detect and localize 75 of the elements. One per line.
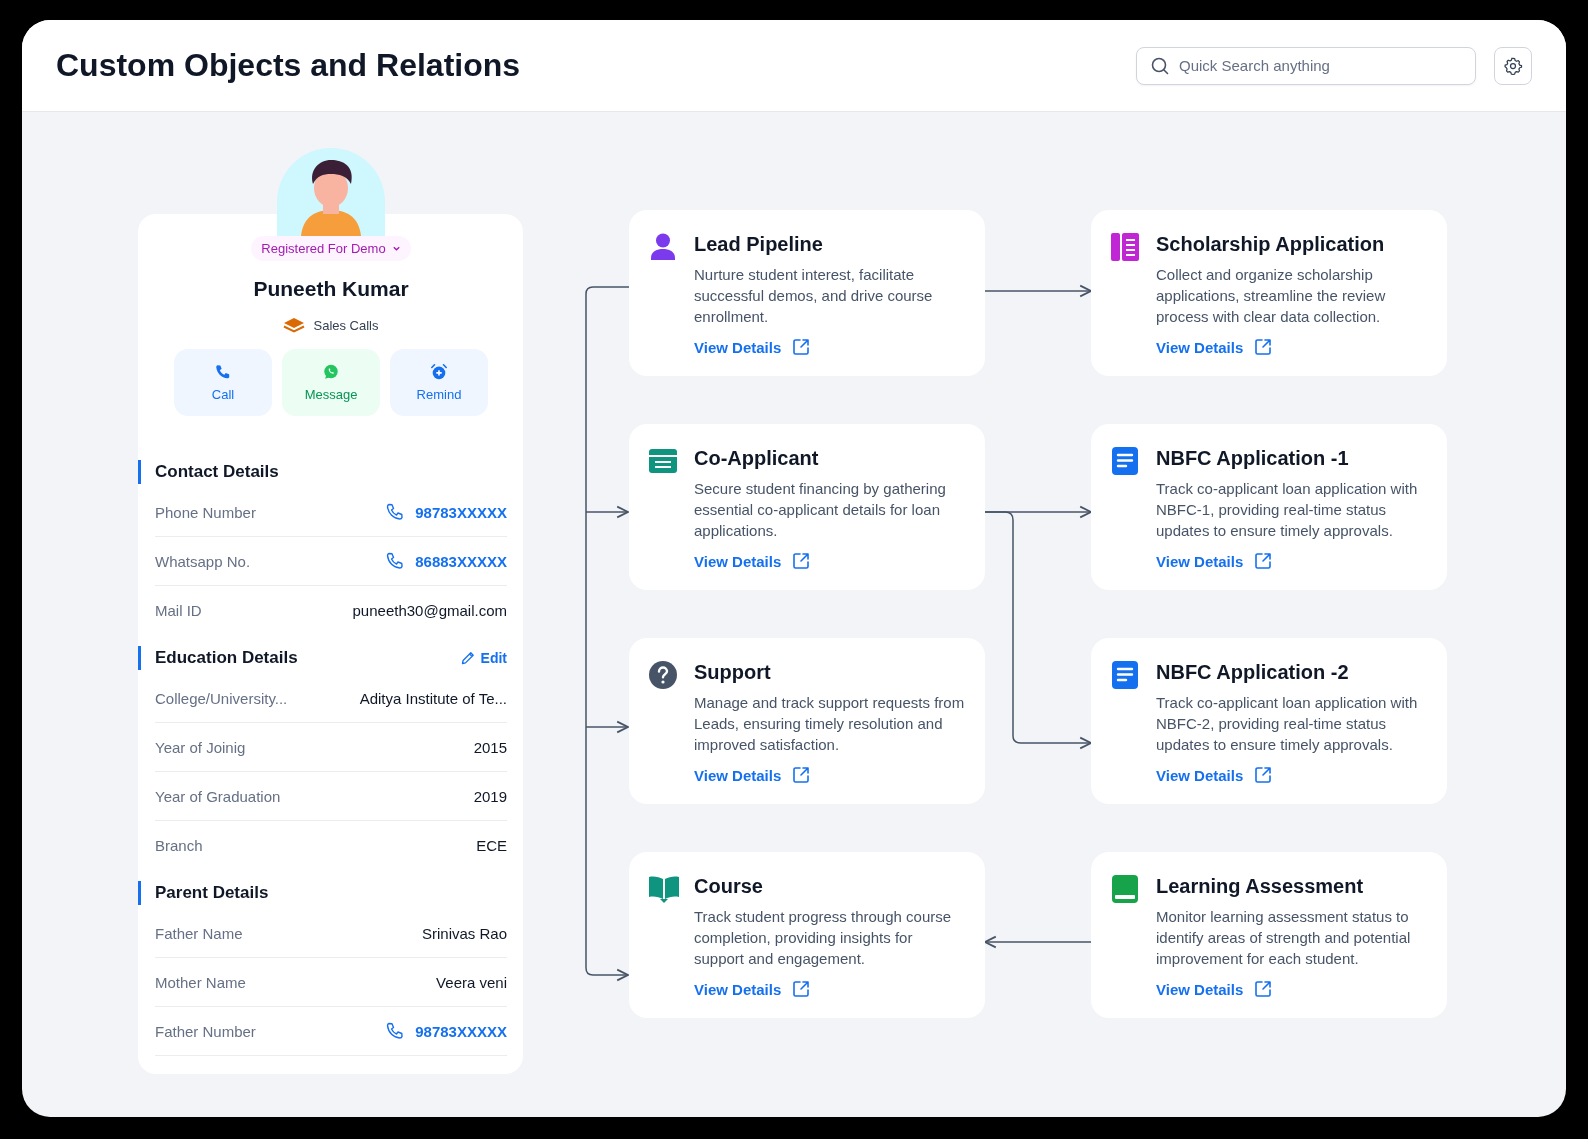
card-description: Track student progress through course completion, providing insights for support and engagement.	[694, 907, 953, 969]
view-details-link[interactable]: View Details	[694, 979, 966, 999]
field-label: Mother Name	[155, 973, 246, 991]
search-field[interactable]: Quick Search anything	[1136, 46, 1476, 85]
edit-link[interactable]: Edit	[459, 650, 507, 666]
alarm-icon	[430, 363, 448, 381]
field-value: 2015	[473, 738, 507, 756]
external-link-icon	[791, 337, 812, 357]
field-label: College/University...	[155, 689, 288, 707]
phone-icon	[385, 502, 406, 522]
card-description: Secure student financing by gathering essential co-applicant details for loan applications.	[694, 479, 947, 541]
view-details-link[interactable]: View Details	[694, 765, 966, 785]
card-title: Learning Assessment	[1156, 874, 1365, 898]
external-link-icon	[1253, 979, 1274, 999]
field-label: Mail ID	[155, 601, 202, 619]
card-description: Manage and track support requests from Leads, ensuring timely resolution and improved satisfaction.	[694, 693, 966, 755]
phone-icon	[385, 551, 406, 571]
remind-button[interactable]: Remind	[390, 349, 488, 416]
field-value: Veera veni	[436, 973, 507, 991]
field-label: Year of Graduation	[155, 787, 281, 805]
card-description: Monitor learning assessment status to identify areas of strength and potential improvement for each student.	[1156, 907, 1412, 969]
view-details-link[interactable]: View Details	[694, 337, 966, 357]
field-value: Aditya Institute of Te...	[359, 689, 507, 707]
card-description: Track co-applicant loan application with NBFC-1, providing real-time status updates to ensure timely approvals.	[1156, 479, 1419, 541]
call-button[interactable]: Call	[174, 349, 272, 416]
settings-icon	[1503, 55, 1523, 76]
view-details-link[interactable]: View Details	[1156, 551, 1428, 571]
phone-icon	[214, 363, 232, 381]
person-name: Puneeth Kumar	[252, 277, 410, 301]
field-value: Srinivas Rao	[421, 924, 507, 942]
field-label: Father Name	[155, 924, 243, 942]
layers-icon	[283, 317, 306, 333]
external-link-icon	[1253, 765, 1274, 785]
section-title: Education Details	[138, 646, 298, 670]
message-button[interactable]: Message	[282, 349, 380, 416]
card-title: Support	[694, 660, 772, 684]
field-label: Year of Joinig	[155, 738, 246, 756]
view-details-link[interactable]: View Details	[1156, 765, 1428, 785]
external-link-icon	[791, 979, 812, 999]
field-value: puneeth30@gmail.com	[352, 601, 507, 619]
external-link-icon	[1253, 337, 1274, 357]
field-label: Branch	[155, 836, 203, 854]
card-title: Scholarship Application	[1156, 232, 1386, 256]
card-title: NBFC Application -2	[1156, 660, 1350, 684]
field-label: Whatsapp No.	[155, 552, 251, 570]
external-link-icon	[791, 551, 812, 571]
card-description: Track co-applicant loan application with NBFC-2, providing real-time status updates to ensure timely approvals.	[1156, 693, 1419, 755]
view-details-link[interactable]: View Details	[1156, 979, 1428, 999]
phone-link[interactable]: 86883XXXXX	[385, 551, 507, 571]
field-label: Phone Number	[155, 503, 256, 521]
card-title: Course	[694, 874, 764, 898]
chat-icon	[322, 363, 340, 381]
phone-link[interactable]: 98783XXXXX	[385, 502, 507, 522]
pencil-icon	[459, 650, 476, 666]
card-title: NBFC Application -1	[1156, 446, 1350, 470]
card-title: Lead Pipeline	[694, 232, 824, 256]
field-value: 2019	[473, 787, 507, 805]
card-description: Nurture student interest, facilitate successful demos, and drive course enrollment.	[694, 265, 934, 327]
status-dropdown[interactable]: Registered For Demo	[251, 236, 411, 261]
view-details-link[interactable]: View Details	[694, 551, 966, 571]
external-link-icon	[791, 765, 812, 785]
phone-link[interactable]: 98783XXXXX	[385, 1021, 507, 1041]
section-title: Parent Details	[138, 881, 269, 905]
field-value: ECE	[476, 836, 507, 854]
view-details-link[interactable]: View Details	[1156, 337, 1428, 357]
external-link-icon	[1253, 551, 1274, 571]
settings-button[interactable]	[1494, 46, 1532, 85]
section-title: Contact Details	[138, 460, 279, 484]
field-label: Father Number	[155, 1022, 256, 1040]
card-title: Co-Applicant	[694, 446, 820, 470]
phone-icon	[385, 1021, 406, 1041]
card-description: Collect and organize scholarship applications, streamline the review process with clear data collection.	[1156, 265, 1387, 327]
caret-icon	[391, 244, 401, 253]
pipeline-label: Sales Calls	[313, 317, 379, 333]
page-title: Custom Objects and Relations	[56, 47, 522, 84]
